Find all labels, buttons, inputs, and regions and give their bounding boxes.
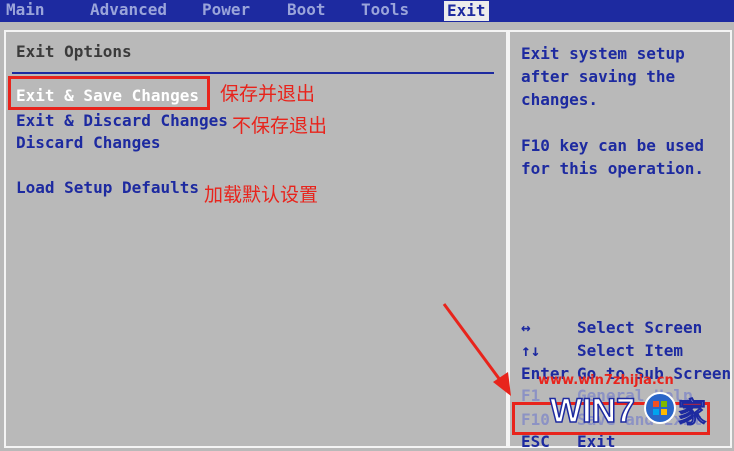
help-line-1: Exit system setup: [521, 44, 685, 63]
bios-screen: Main Advanced Power Boot Tools Exit Exit…: [0, 0, 734, 451]
key-hint-action: Select Screen: [577, 318, 703, 337]
watermark-logo: WIN7 家: [549, 391, 706, 431]
windows-logo-icon: [644, 392, 676, 424]
option-load-setup-defaults[interactable]: Load Setup Defaults: [16, 178, 199, 197]
tab-exit[interactable]: Exit: [444, 1, 489, 21]
tab-main[interactable]: Main: [6, 0, 45, 22]
tab-advanced[interactable]: Advanced: [90, 0, 167, 22]
watermark-logo-suffix: 家: [678, 396, 706, 429]
tab-boot[interactable]: Boot: [287, 0, 326, 22]
help-line-3: changes.: [521, 90, 599, 109]
option-discard-changes[interactable]: Discard Changes: [16, 133, 161, 152]
help-line-5: F10 key can be used: [521, 136, 705, 155]
annotation-save-and-exit: 保存并退出: [220, 83, 316, 105]
help-line-6: for this operation.: [521, 159, 705, 178]
key-hint-select-screen: ↔ Select Screen: [521, 318, 702, 337]
option-exit-discard-changes[interactable]: Exit & Discard Changes: [16, 111, 228, 130]
watermark-logo-text: WIN7: [550, 392, 635, 430]
tab-power[interactable]: Power: [202, 0, 250, 22]
selected-option-highlight-box: [8, 76, 210, 110]
section-title: Exit Options: [16, 42, 132, 61]
title-rule: [12, 72, 494, 74]
annotation-exit-without-saving: 不保存退出: [232, 115, 328, 137]
tab-tools[interactable]: Tools: [361, 0, 409, 22]
key-hint-action: Select Item: [577, 341, 683, 360]
annotation-load-defaults: 加载默认设置: [204, 184, 319, 206]
up-down-arrow-icon: ↑↓: [521, 341, 541, 360]
key-hint-select-item: ↑↓ Select Item: [521, 341, 683, 360]
help-line-2: after saving the: [521, 67, 676, 86]
left-right-arrow-icon: ↔: [521, 318, 531, 337]
menu-bar: Main Advanced Power Boot Tools Exit: [0, 0, 734, 22]
